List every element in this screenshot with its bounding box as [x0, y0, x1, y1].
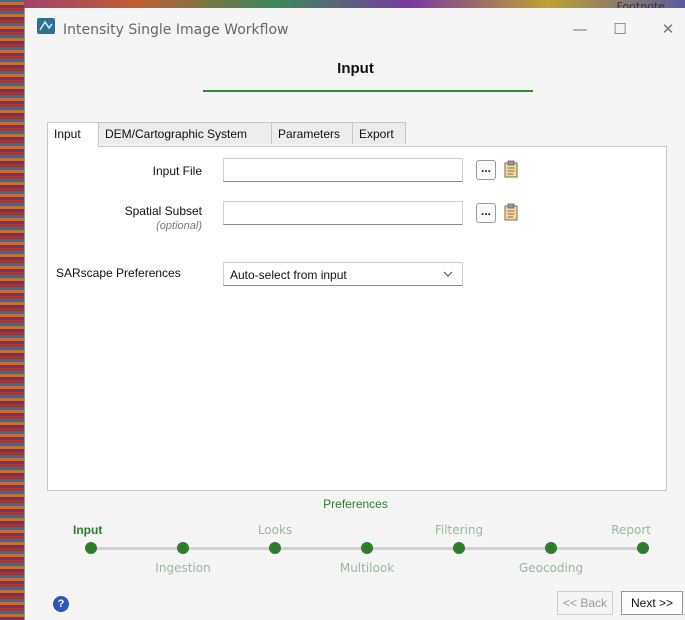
minimize-button[interactable]: — [565, 18, 595, 40]
workflow-step-label: Ingestion [155, 561, 211, 575]
help-icon[interactable]: ? [53, 596, 69, 612]
spatial-subset-field[interactable] [223, 201, 463, 225]
spatial-subset-browse-button[interactable]: ... [476, 203, 496, 223]
preferences-selected-value: Auto-select from input [230, 268, 347, 282]
background-edge [0, 0, 24, 620]
stage-title: Input [337, 60, 374, 77]
input-file-label: Input File [152, 164, 202, 178]
workflow-step-dot[interactable] [269, 542, 281, 554]
workflow-step-dot[interactable] [85, 542, 97, 554]
next-button[interactable]: Next >> [621, 591, 683, 615]
tab-export[interactable]: Export [352, 122, 406, 144]
chevron-down-icon [442, 266, 454, 285]
clipboard-icon[interactable] [504, 160, 518, 178]
stage-underline [203, 90, 533, 92]
workflow-step-label: Geocoding [518, 561, 584, 575]
clipboard-icon[interactable] [504, 203, 518, 221]
background-strip [0, 0, 685, 8]
workflow-step-dot[interactable] [361, 542, 373, 554]
input-file-field[interactable] [223, 158, 463, 182]
tab-parameters[interactable]: Parameters [271, 122, 353, 144]
spatial-subset-hint: (optional) [156, 220, 202, 232]
workflow-step-label: Filtering [434, 523, 484, 537]
app-icon [37, 18, 55, 34]
workflow-step-dot[interactable] [177, 542, 189, 554]
workflow-step-label: Multilook [339, 561, 395, 575]
workflow-step-label: Report [611, 523, 651, 537]
workflow-step-dot[interactable] [637, 542, 649, 554]
tab-dem-cartographic-system[interactable]: DEM/Cartographic System [98, 122, 272, 144]
workflow-step-label: Input [73, 523, 103, 537]
maximize-button[interactable]: ☐ [605, 18, 635, 40]
close-button[interactable]: ✕ [653, 18, 683, 40]
back-button[interactable]: << Back [557, 591, 613, 615]
workflow-step-dot[interactable] [453, 542, 465, 554]
workflow-window: Intensity Single Image Workflow — ☐ ✕ In… [24, 8, 685, 620]
tab-input[interactable]: Input [47, 122, 99, 147]
preferences-label: SARscape Preferences [56, 266, 181, 280]
preferences-select[interactable]: Auto-select from input [223, 262, 463, 286]
current-step-label: Preferences [323, 497, 388, 511]
window-title: Intensity Single Image Workflow [63, 22, 289, 38]
input-panel: Input File ... Spatial Subset (optional)… [47, 146, 667, 491]
title-bar: Intensity Single Image Workflow — ☐ ✕ [25, 8, 685, 42]
input-file-browse-button[interactable]: ... [476, 160, 496, 180]
workflow-step-dot[interactable] [545, 542, 557, 554]
workflow-step-label: Looks [257, 523, 293, 537]
spatial-subset-label: Spatial Subset [124, 204, 202, 218]
